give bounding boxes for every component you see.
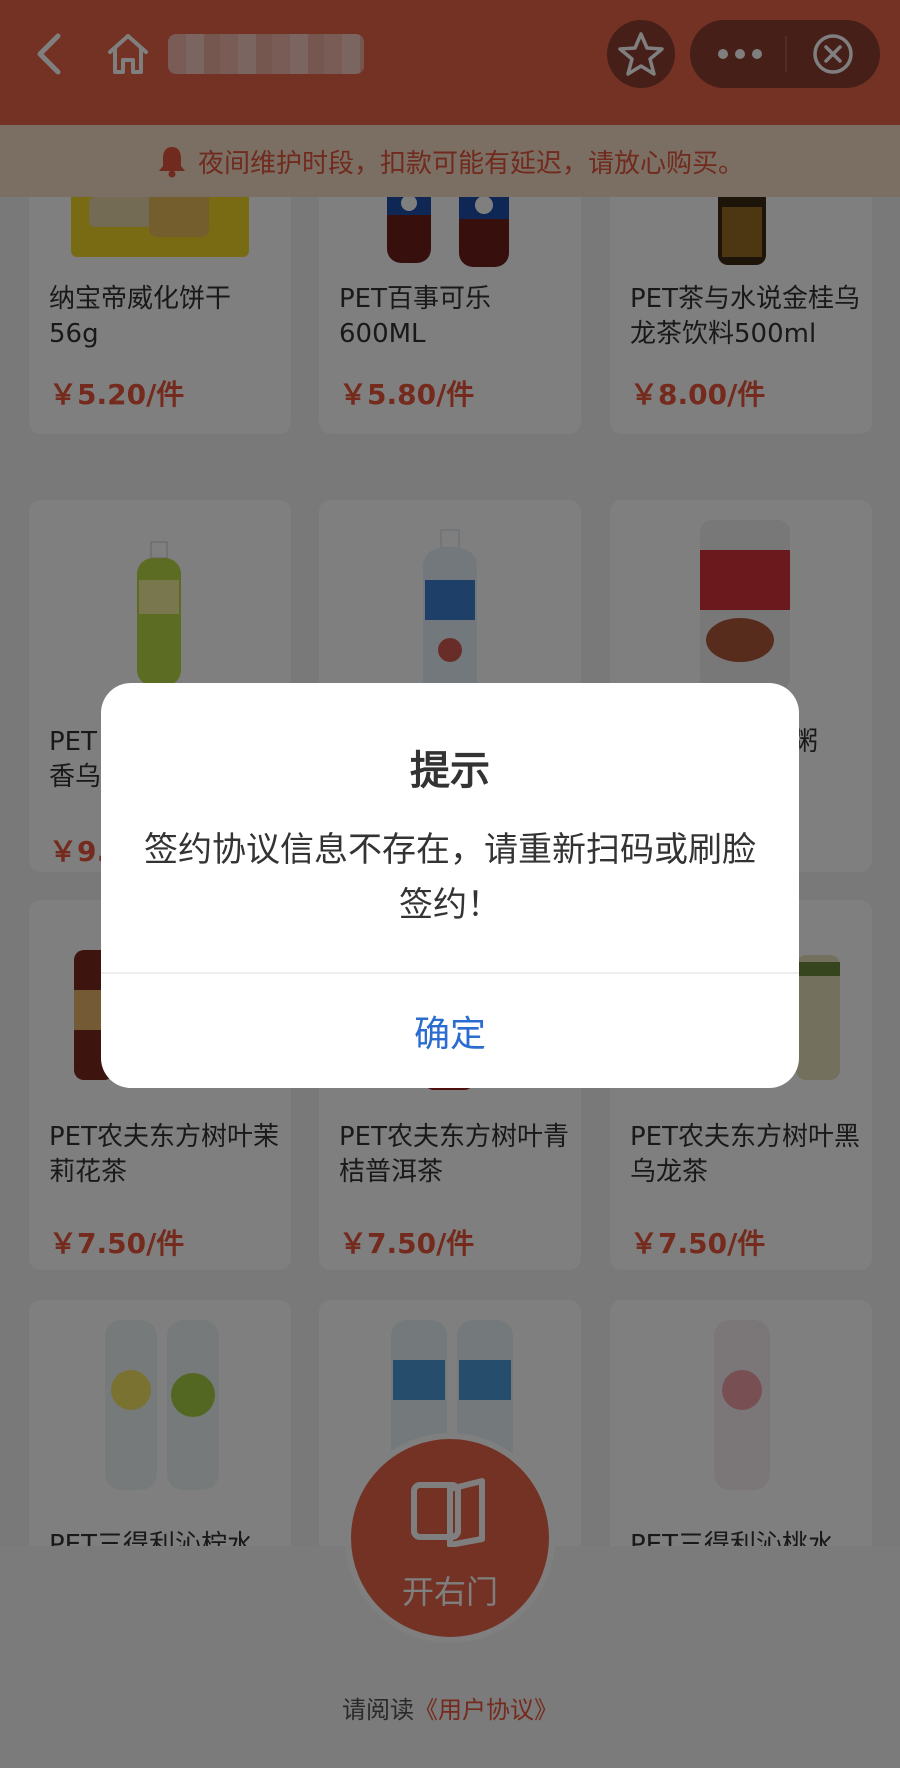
confirm-button[interactable]: 确定 [101,974,799,1088]
alert-dialog: 提示 签约协议信息不存在，请重新扫码或刷脸签约！ 确定 [101,683,799,1088]
dialog-message: 签约协议信息不存在，请重新扫码或刷脸签约！ [144,830,756,925]
dialog-title: 提示 [410,748,490,794]
